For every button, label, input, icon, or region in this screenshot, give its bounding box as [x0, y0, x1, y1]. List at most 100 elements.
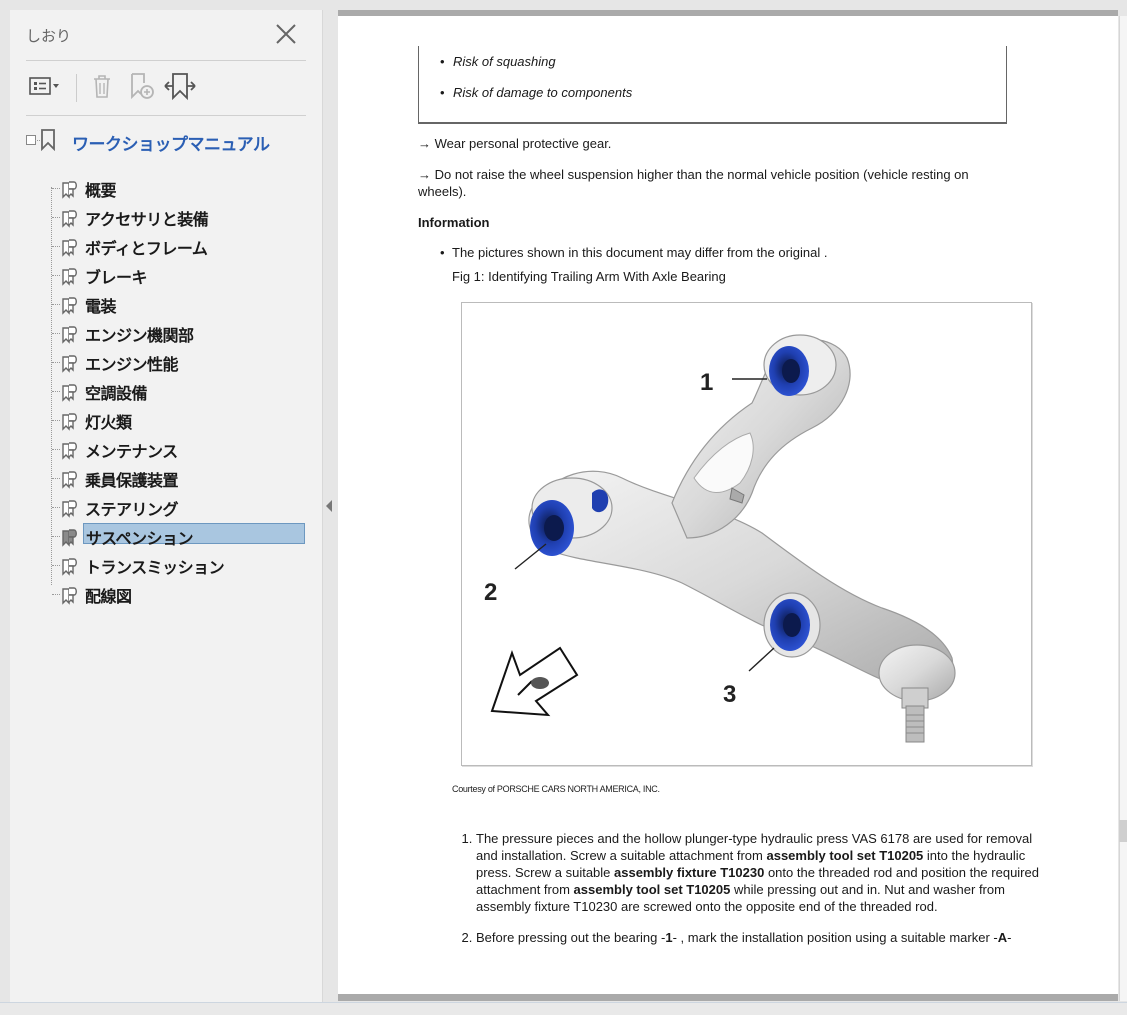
tree-connector: [52, 478, 60, 479]
tool-reference: assembly tool set T10205: [766, 848, 924, 863]
tree-connector: [52, 594, 60, 595]
bookmark-item-label[interactable]: 概要: [85, 177, 117, 201]
bookmark-item-label[interactable]: 乗員保護装置: [85, 467, 179, 491]
bookmark-item-label[interactable]: ブレーキ: [85, 264, 148, 288]
bookmark-item[interactable]: 空調設備: [50, 379, 316, 403]
bookmark-item-label[interactable]: エンジン機関部: [85, 322, 194, 346]
warning-item: Risk of damage to components: [440, 85, 632, 100]
bookmark-page-icon: [60, 382, 80, 407]
status-strip: [0, 1002, 1127, 1015]
bookmark-item-label[interactable]: トランスミッション: [85, 554, 225, 578]
tree-connector: [52, 391, 60, 392]
bookmark-item-label[interactable]: 配線図: [85, 583, 132, 607]
bookmark-item-label[interactable]: 灯火類: [85, 409, 132, 433]
tree-connector: [52, 246, 60, 247]
bookmark-item-label[interactable]: サスペンション: [83, 523, 305, 548]
procedure-steps: The pressure pieces and the hollow plung…: [456, 830, 1051, 960]
tree-connector: [52, 565, 60, 566]
bookmark-page-icon: [60, 585, 80, 610]
expand-bookmark-icon[interactable]: [162, 68, 198, 104]
bookmark-page-icon: [60, 527, 80, 552]
bookmark-item-label[interactable]: エンジン性能: [85, 351, 179, 375]
bookmark-root[interactable]: ワークショップマニュアル: [26, 125, 316, 155]
bookmark-item[interactable]: ボディとフレーム: [50, 234, 316, 258]
bullet-icon: •: [440, 245, 445, 260]
bookmark-page-icon: [60, 266, 80, 291]
options-menu-icon[interactable]: [26, 68, 62, 104]
scrollbar-thumb[interactable]: [1119, 820, 1127, 842]
divider: [26, 60, 306, 61]
bookmark-item[interactable]: 電装: [50, 292, 316, 316]
tool-reference: assembly tool set T10205: [573, 882, 731, 897]
bookmark-item-label[interactable]: ステアリング: [85, 496, 179, 520]
bookmark-item[interactable]: 配線図: [50, 582, 316, 606]
bookmark-toolbar: [26, 68, 316, 108]
bookmark-item-label[interactable]: メンテナンス: [85, 438, 178, 462]
bookmark-page-icon: [60, 411, 80, 436]
bookmark-item[interactable]: サスペンション: [50, 523, 316, 548]
tree-connector: [52, 217, 60, 218]
bookmark-page-icon: [60, 498, 80, 523]
bookmark-item[interactable]: ブレーキ: [50, 263, 316, 287]
panel-title: しおり: [26, 27, 72, 45]
bookmark-item[interactable]: エンジン性能: [50, 350, 316, 374]
bookmark-icon: [40, 129, 56, 156]
divider: [26, 115, 306, 116]
bookmark-page-icon: [60, 353, 80, 378]
bookmark-item-label[interactable]: ボディとフレーム: [85, 235, 208, 259]
image-credit: Courtesy of PORSCHE CARS NORTH AMERICA, …: [452, 784, 660, 794]
tree-connector: [52, 507, 60, 508]
instruction-paragraph: → Do not raise the wheel suspension high…: [418, 167, 969, 199]
trailing-arm-illustration: [490, 334, 956, 743]
bookmark-item[interactable]: メンテナンス: [50, 437, 316, 461]
figure-trailing-arm: 1 2 3: [461, 302, 1032, 766]
warning-item: Risk of squashing: [440, 54, 556, 69]
bookmark-page-icon: [60, 295, 80, 320]
vertical-scrollbar[interactable]: [1119, 16, 1127, 1001]
bookmark-page-icon: [60, 237, 80, 262]
tree-connector: [52, 362, 60, 363]
bookmark-item[interactable]: トランスミッション: [50, 553, 316, 577]
tree-connector: [52, 304, 60, 305]
procedure-step: Before pressing out the bearing -1- , ma…: [476, 929, 1051, 946]
page-gap: [338, 994, 1118, 1001]
panel-collapse-arrow-icon[interactable]: [326, 500, 332, 512]
bookmark-page-icon: [60, 324, 80, 349]
bookmark-item[interactable]: ステアリング: [50, 495, 316, 519]
info-bullet: The pictures shown in this document may …: [452, 245, 828, 260]
bookmark-root-label[interactable]: ワークショップマニュアル: [72, 130, 270, 155]
procedure-step: The pressure pieces and the hollow plung…: [476, 830, 1051, 915]
tree-connector: [52, 536, 60, 537]
warning-box: Risk of squashing Risk of damage to comp…: [418, 46, 1007, 124]
figure-caption: Fig 1: Identifying Trailing Arm With Axl…: [452, 269, 726, 284]
toolbar-divider: [76, 74, 77, 102]
tree-connector: [35, 140, 40, 141]
tree-connector: [52, 188, 60, 189]
bookmark-page-icon: [60, 469, 80, 494]
bookmark-page-icon: [60, 440, 80, 465]
instruction-paragraph: → Wear personal protective gear.: [418, 136, 612, 151]
document-page: Risk of squashing Risk of damage to comp…: [338, 16, 1118, 994]
tree-connector: [52, 333, 60, 334]
info-heading: Information: [418, 215, 490, 230]
bookmark-page-icon: [60, 179, 80, 204]
bookmark-item-label[interactable]: 空調設備: [85, 380, 148, 404]
new-bookmark-icon[interactable]: [124, 68, 160, 104]
figure-label-2: 2: [484, 579, 498, 606]
figure-label-1: 1: [700, 369, 714, 396]
figure-label-3: 3: [723, 681, 737, 708]
bookmark-page-icon: [60, 208, 80, 233]
bookmark-item[interactable]: 乗員保護装置: [50, 466, 316, 490]
bookmark-item[interactable]: エンジン機関部: [50, 321, 316, 345]
close-icon[interactable]: [274, 22, 298, 46]
bookmark-item-label[interactable]: アクセサリと装備: [85, 206, 209, 230]
bookmark-item[interactable]: アクセサリと装備: [50, 205, 316, 229]
bookmark-item[interactable]: 概要: [50, 176, 316, 200]
tree-connector: [52, 275, 60, 276]
delete-icon[interactable]: [84, 68, 120, 104]
bookmark-item-label[interactable]: 電装: [85, 293, 117, 317]
bookmarks-panel: しおり ワークショップマニュアル 概要 アクセサリと装備 ボディとフレーム ブレ…: [10, 10, 323, 1002]
bookmark-item[interactable]: 灯火類: [50, 408, 316, 432]
tool-reference: assembly fixture T10230: [614, 865, 765, 880]
direction-arrow-icon: [490, 646, 579, 717]
